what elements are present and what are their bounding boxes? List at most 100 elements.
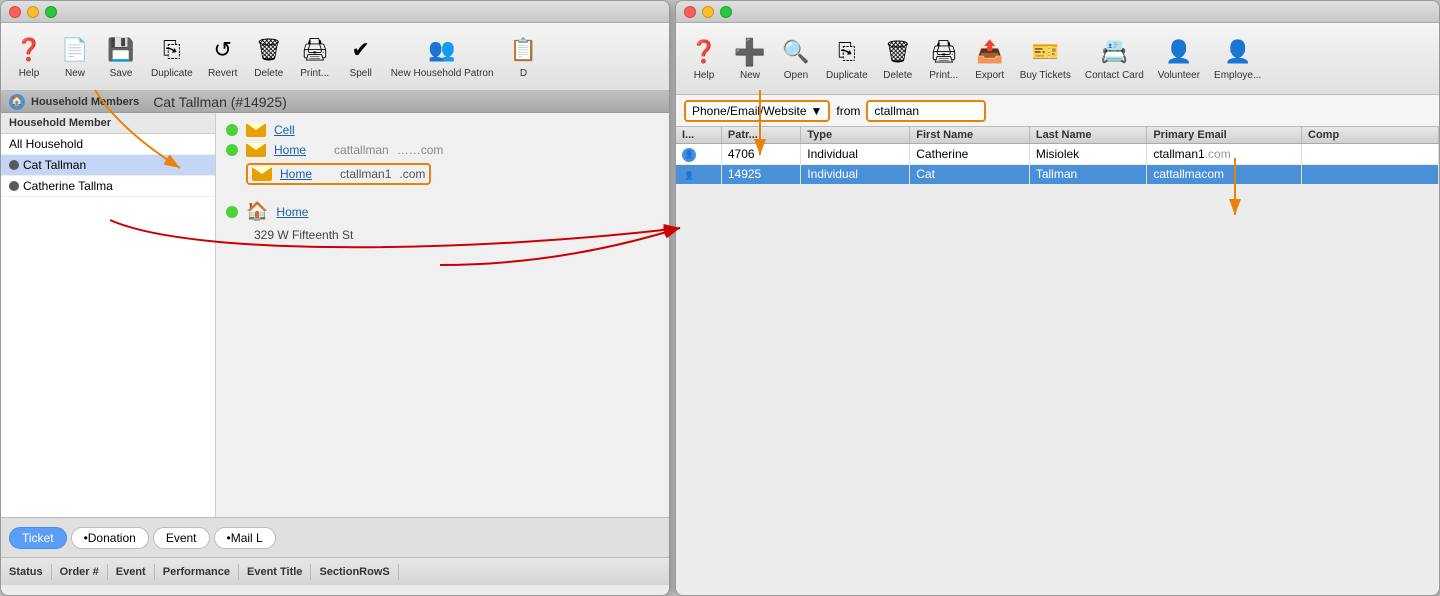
right-print-button[interactable]: 🖨 Print...: [922, 32, 966, 85]
help-icon: ❓: [13, 34, 45, 66]
household-icon: 🏠: [9, 94, 25, 110]
right-new-button[interactable]: ➕ New: [728, 32, 772, 85]
search-input[interactable]: [866, 100, 986, 122]
d-button[interactable]: 📋 D: [502, 30, 546, 83]
right-export-icon: 📤: [974, 36, 1006, 68]
sidebar-item-all-household[interactable]: All Household: [1, 134, 215, 155]
right-buy-tickets-button[interactable]: 🎫 Buy Tickets: [1014, 32, 1077, 85]
right-open-button[interactable]: 🔍 Open: [774, 32, 818, 85]
member-dot: [9, 160, 19, 170]
row1-lastname: Misiolek: [1029, 144, 1146, 165]
row2-firstname: Cat: [910, 164, 1030, 185]
email-icon-home2: [252, 167, 272, 181]
left-titlebar: [1, 1, 669, 23]
right-delete-icon: 🗑: [882, 36, 914, 68]
close-button[interactable]: [9, 6, 21, 18]
new-household-patron-button[interactable]: 👥 New Household Patron: [385, 30, 500, 83]
col-performance: Performance: [155, 564, 239, 580]
section-header: 🏠 Household Members Cat Tallman (#14925): [1, 91, 669, 113]
address-text: 329 W Fifteenth St: [254, 228, 659, 242]
right-volunteer-button[interactable]: 👤 Volunteer: [1152, 32, 1206, 85]
row1-email: ctallman1.com: [1147, 144, 1302, 165]
save-label: Save: [110, 68, 133, 79]
tab-ticket[interactable]: Ticket: [9, 527, 67, 549]
right-titlebar: Contact List for Old Town Playhou...: [676, 1, 1439, 23]
tab-donation[interactable]: •Donation: [71, 527, 149, 549]
left-toolbar: ❓ Help 📄 New 💾 Save ⎘ Duplicate ↺ Revert…: [1, 23, 669, 91]
sidebar-item-cat-tallman[interactable]: Cat Tallman: [1, 155, 215, 176]
right-help-button[interactable]: ❓ Help: [682, 32, 726, 85]
right-employee-button[interactable]: 👤 Employe...: [1208, 32, 1267, 85]
spell-icon: ✔: [345, 34, 377, 66]
from-label: from: [836, 104, 860, 118]
filter-label: Phone/Email/Website: [692, 104, 807, 118]
save-button[interactable]: 💾 Save: [99, 30, 143, 83]
new-button[interactable]: 📄 New: [53, 30, 97, 83]
col-event-title: Event Title: [239, 564, 311, 580]
right-contact-card-button[interactable]: 📇 Contact Card: [1079, 32, 1150, 85]
right-window: Contact List for Old Town Playhou... ❓ H…: [675, 0, 1440, 596]
household-patron-icon: 👥: [426, 34, 458, 66]
right-volunteer-label: Volunteer: [1158, 70, 1200, 81]
status-dot-home1: [226, 144, 238, 156]
right-volunteer-icon: 👤: [1163, 36, 1195, 68]
right-close-button[interactable]: [684, 6, 696, 18]
col-type: Type: [801, 127, 910, 144]
catherine-tallma-label: Catherine Tallma: [23, 179, 113, 193]
contact-list-body: 👤 4706 Individual Catherine Misiolek cta…: [676, 144, 1439, 185]
household-members-sidebar: Household Member All Household Cat Tallm…: [1, 113, 216, 517]
patron-title: Cat Tallman (#14925): [153, 94, 287, 110]
filter-select[interactable]: Phone/Email/Website ▼: [684, 100, 830, 122]
row1-company: [1302, 144, 1439, 165]
right-new-icon: ➕: [734, 36, 766, 68]
tab-mail-list[interactable]: •Mail L: [214, 527, 276, 549]
table-row[interactable]: 👤 4706 Individual Catherine Misiolek cta…: [676, 144, 1439, 165]
left-window: ❓ Help 📄 New 💾 Save ⎘ Duplicate ↺ Revert…: [0, 0, 670, 596]
member-dot-2: [9, 181, 19, 191]
delete-icon: 🗑: [253, 34, 285, 66]
status-dot-address: [226, 206, 238, 218]
right-duplicate-button[interactable]: ⎘ Duplicate: [820, 32, 874, 85]
sidebar-item-catherine-tallma[interactable]: Catherine Tallma: [1, 176, 215, 197]
col-primary-email: Primary Email: [1147, 127, 1302, 144]
right-export-button[interactable]: 📤 Export: [968, 32, 1012, 85]
duplicate-label: Duplicate: [151, 68, 193, 79]
row2-id: 14925: [721, 164, 800, 185]
help-button[interactable]: ❓ Help: [7, 30, 51, 83]
print-label: Print...: [300, 68, 329, 79]
right-employee-icon: 👤: [1222, 36, 1254, 68]
bottom-table-header: Status Order # Event Performance Event T…: [1, 557, 669, 585]
right-employee-label: Employe...: [1214, 70, 1261, 81]
print-icon: 🖨: [299, 34, 331, 66]
status-dot-cell: [226, 124, 238, 136]
revert-button[interactable]: ↺ Revert: [201, 30, 245, 83]
col-event: Event: [108, 564, 155, 580]
email-icon-home1: [246, 143, 266, 157]
home1-value: cattallman: [334, 143, 389, 157]
spell-button[interactable]: ✔ Spell: [339, 30, 383, 83]
contact-row-address: 🏠 Home: [226, 201, 659, 222]
right-zoom-button[interactable]: [720, 6, 732, 18]
dropdown-arrow-icon: ▼: [811, 104, 823, 118]
delete-button[interactable]: 🗑 Delete: [247, 30, 291, 83]
tab-event[interactable]: Event: [153, 527, 210, 549]
minimize-button[interactable]: [27, 6, 39, 18]
contact-row-home2: Home ctallman1 .com: [226, 163, 659, 185]
zoom-button[interactable]: [45, 6, 57, 18]
duplicate-button[interactable]: ⎘ Duplicate: [145, 30, 199, 83]
home1-link[interactable]: Home: [274, 143, 306, 157]
cell-link[interactable]: Cell: [274, 123, 295, 137]
all-household-label: All Household: [9, 137, 83, 151]
col-last-name: Last Name: [1029, 127, 1146, 144]
print-button[interactable]: 🖨 Print...: [293, 30, 337, 83]
email-icon-cell: [246, 123, 266, 137]
home2-link[interactable]: Home: [280, 167, 312, 181]
contact-row-home1: Home cattallman ……com: [226, 143, 659, 157]
row2-company: [1302, 164, 1439, 185]
right-minimize-button[interactable]: [702, 6, 714, 18]
col-section-row: SectionRowS: [311, 564, 398, 580]
right-delete-button[interactable]: 🗑 Delete: [876, 32, 920, 85]
home-address-link[interactable]: Home: [276, 205, 308, 219]
col-order: Order #: [52, 564, 108, 580]
table-row-selected[interactable]: 👤 14925 Individual Cat Tallman cattallma…: [676, 164, 1439, 185]
